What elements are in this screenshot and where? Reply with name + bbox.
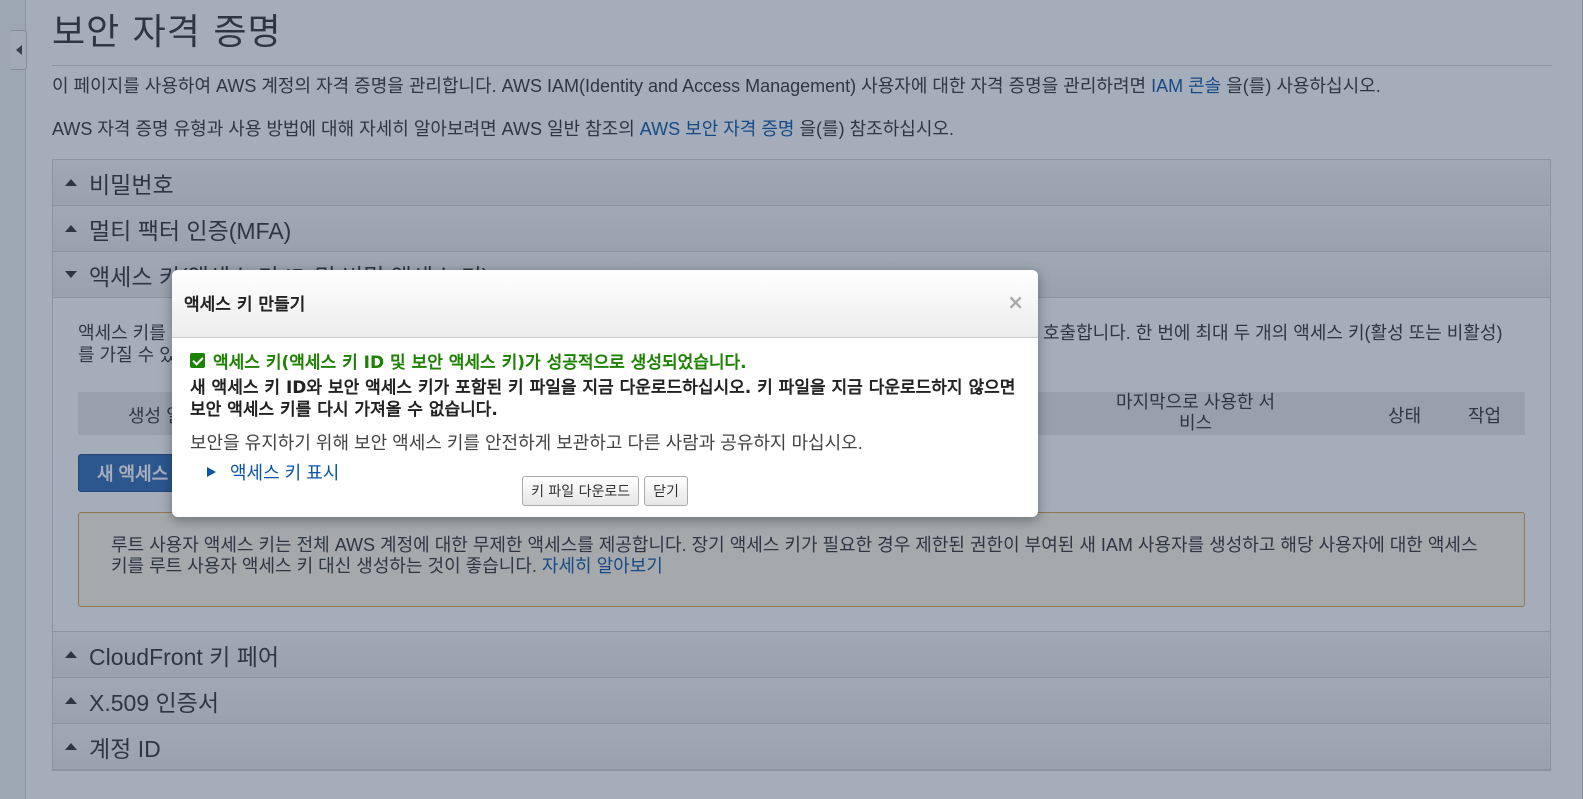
checkbox-checked-icon — [190, 353, 205, 368]
dialog-body: 액세스 키(액세스 키 ID 및 보안 액세스 키)가 성공적으로 생성되었습니… — [190, 348, 1030, 485]
dialog-title: 액세스 키 만들기 — [184, 295, 306, 315]
close-button[interactable]: 닫기 — [644, 476, 688, 506]
download-key-file-button[interactable]: 키 파일 다운로드 — [522, 476, 640, 506]
dialog-header: 액세스 키 만들기 × — [172, 270, 1038, 338]
security-note: 보안을 유지하기 위해 보안 액세스 키를 안전하게 보관하고 다른 사람과 공… — [190, 433, 863, 453]
success-message: 액세스 키(액세스 키 ID 및 보안 액세스 키)가 성공적으로 생성되었습니… — [190, 348, 1030, 373]
close-icon[interactable]: × — [1007, 290, 1024, 314]
success-text: 액세스 키(액세스 키 ID 및 보안 액세스 키)가 성공적으로 생성되었습니… — [213, 353, 747, 373]
dialog-footer: 키 파일 다운로드 닫기 — [172, 476, 1038, 506]
create-access-key-dialog: 액세스 키 만들기 × 액세스 키(액세스 키 ID 및 보안 액세스 키)가 … — [172, 270, 1038, 517]
download-warning: 새 액세스 키 ID와 보안 액세스 키가 포함된 키 파일을 지금 다운로드하… — [190, 378, 1016, 420]
